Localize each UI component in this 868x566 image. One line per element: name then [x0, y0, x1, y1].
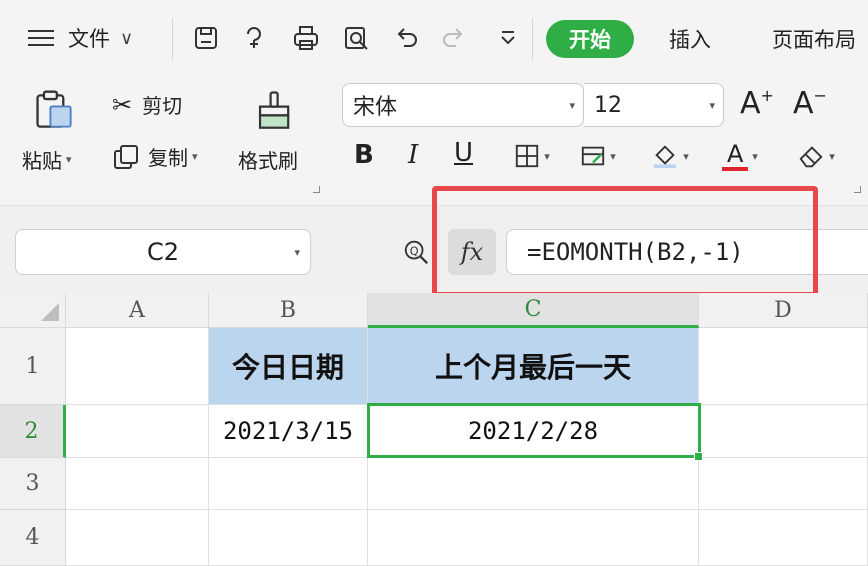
name-box-value: C2	[146, 238, 180, 266]
insert-function-button[interactable]: fx	[448, 229, 496, 275]
cell-b3[interactable]	[209, 458, 368, 510]
column-header-c[interactable]: C	[368, 293, 699, 328]
paste-button[interactable]: 粘贴 ▾	[22, 145, 72, 174]
format-painter-icon[interactable]	[250, 86, 300, 136]
minus-icon: −	[813, 86, 827, 105]
borders-button[interactable]: ▾	[504, 140, 560, 172]
cut-label: 剪切	[142, 94, 183, 118]
separator	[532, 18, 533, 60]
customize-toolbar-icon[interactable]	[492, 22, 524, 54]
tab-page-layout[interactable]: 页面布局	[762, 20, 866, 58]
save-icon[interactable]	[190, 22, 222, 54]
caret-down-icon: ▾	[569, 98, 575, 112]
column-header-d[interactable]: D	[699, 293, 868, 328]
cell-a1[interactable]	[66, 328, 209, 405]
copy-icon	[114, 144, 138, 169]
paste-label: 粘贴	[22, 149, 62, 173]
print-preview-icon[interactable]	[340, 22, 372, 54]
caret-down-icon: ▾	[683, 149, 689, 163]
print-icon[interactable]	[290, 22, 322, 54]
cell-c3[interactable]	[368, 458, 699, 510]
caret-down-icon: ▾	[610, 149, 616, 163]
name-box[interactable]: C2 ▾	[15, 229, 311, 275]
cell-b2[interactable]: 2021/3/15	[209, 405, 368, 458]
column-header-b[interactable]: B	[209, 293, 368, 328]
font-color-icon: A	[722, 140, 749, 171]
eraser-icon	[799, 146, 823, 168]
cell-d1[interactable]	[699, 328, 868, 405]
underline-button[interactable]: U	[454, 138, 473, 168]
clear-format-button[interactable]: ▾	[786, 140, 846, 172]
fill-color-button[interactable]: ▾	[640, 140, 700, 172]
cell-format-icon	[582, 146, 605, 166]
cell-a2[interactable]	[66, 405, 209, 458]
tab-insert[interactable]: 插入	[660, 20, 720, 58]
cell-d3[interactable]	[699, 458, 868, 510]
copy-label: 复制	[148, 146, 188, 170]
cell-c1[interactable]: 上个月最后一天	[368, 328, 699, 405]
caret-down-icon: ▾	[752, 149, 758, 163]
redo-icon[interactable]	[438, 22, 470, 54]
font-size-value: 12	[594, 92, 622, 118]
export-pdf-icon[interactable]	[240, 22, 272, 54]
cell-format-button[interactable]: ▾	[570, 140, 626, 172]
separator	[172, 18, 173, 60]
plus-icon: +	[760, 86, 774, 105]
row-header-2[interactable]: 2	[0, 405, 66, 458]
cell-c4[interactable]	[368, 510, 699, 566]
font-color-bar	[722, 167, 749, 171]
font-dialog-launcher[interactable]	[854, 186, 861, 193]
font-size-select[interactable]: 12 ▾	[584, 83, 724, 127]
select-all-corner[interactable]	[0, 293, 66, 328]
cell-c2[interactable]: 2021/2/28	[368, 405, 699, 458]
shrink-font-button[interactable]: A −	[793, 86, 827, 121]
font-color-glyph: A	[727, 140, 744, 168]
row-header-1[interactable]: 1	[0, 328, 66, 405]
fill-bucket-icon	[654, 145, 677, 169]
borders-icon	[516, 144, 539, 168]
undo-icon[interactable]	[390, 22, 422, 54]
tab-start[interactable]: 开始	[546, 20, 634, 58]
file-menu-label: 文件	[68, 27, 110, 51]
paste-icon[interactable]	[30, 86, 80, 136]
shrink-font-glyph: A	[793, 86, 814, 121]
row-header-4[interactable]: 4	[0, 510, 66, 566]
font-color-button[interactable]: A ▾	[712, 136, 768, 176]
zoom-search-icon[interactable]: Q	[402, 238, 430, 270]
format-painter-label: 格式刷	[238, 149, 298, 173]
clipboard-dialog-launcher[interactable]	[313, 186, 320, 193]
format-painter-button[interactable]: 格式刷	[238, 145, 298, 174]
grow-font-button[interactable]: A +	[740, 86, 774, 121]
cell-b1[interactable]: 今日日期	[209, 328, 368, 405]
cell-a3[interactable]	[66, 458, 209, 510]
svg-text:Q: Q	[410, 245, 419, 258]
copy-button[interactable]: 复制 ▾	[112, 142, 198, 171]
font-name-value: 宋体	[353, 95, 398, 120]
cell-b4[interactable]	[209, 510, 368, 566]
cell-d4[interactable]	[699, 510, 868, 566]
caret-down-icon: ▾	[709, 98, 715, 112]
row-header-3[interactable]: 3	[0, 458, 66, 510]
cut-button[interactable]: ✂ 剪切	[112, 90, 182, 119]
caret-down-icon: ▾	[544, 149, 550, 163]
bold-button[interactable]: B	[354, 140, 374, 170]
caret-down-icon: ▾	[192, 150, 198, 163]
file-menu[interactable]: 文件 ∨	[28, 20, 133, 56]
scissors-icon: ✂	[112, 90, 133, 119]
hamburger-icon	[28, 29, 54, 47]
font-name-select[interactable]: 宋体 ▾	[342, 83, 584, 127]
formula-input[interactable]: =EOMONTH(B2,-1)	[506, 229, 868, 275]
cell-d2[interactable]	[699, 405, 868, 458]
fill-handle[interactable]	[694, 452, 703, 461]
cell-a4[interactable]	[66, 510, 209, 566]
grow-font-glyph: A	[740, 86, 761, 121]
column-header-a[interactable]: A	[66, 293, 209, 328]
caret-down-icon: ▾	[294, 245, 300, 259]
caret-down-icon: ▾	[829, 149, 835, 163]
italic-button[interactable]: I	[408, 140, 418, 170]
chevron-down-icon: ∨	[120, 27, 134, 49]
caret-down-icon: ▾	[66, 153, 72, 166]
